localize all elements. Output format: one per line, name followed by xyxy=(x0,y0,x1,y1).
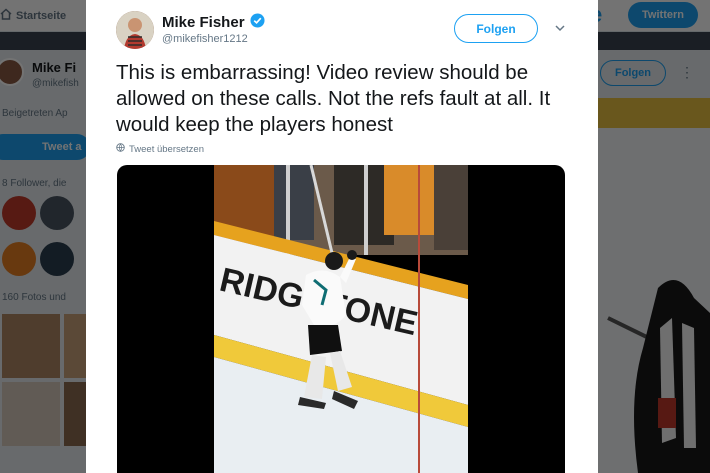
background-media xyxy=(598,98,710,473)
home-label: Startseite xyxy=(16,9,67,22)
profile-avatar[interactable] xyxy=(0,58,24,86)
translate-tweet-link[interactable]: Tweet übersetzen xyxy=(116,143,204,155)
author-avatar[interactable] xyxy=(116,11,154,49)
joined-date: Beigetreten Ap xyxy=(2,108,68,119)
home-link[interactable]: Startseite xyxy=(0,8,66,23)
follower-avatar[interactable] xyxy=(2,242,36,276)
tweet-to-button[interactable]: Tweet a xyxy=(0,134,90,160)
profile-name[interactable]: Mike Fi xyxy=(32,60,76,75)
tweet-text: This is embarrassing! Video review shoul… xyxy=(116,61,551,136)
tweet-video[interactable]: RIDGSTONE xyxy=(117,165,565,473)
photo-thumbnail[interactable] xyxy=(2,382,60,446)
followers-you-know[interactable]: 8 Follower, die xyxy=(2,178,66,189)
follower-avatar[interactable] xyxy=(40,242,74,276)
photo-thumbnail[interactable] xyxy=(2,314,60,378)
follower-avatar[interactable] xyxy=(2,196,36,230)
author-name-text: Mike Fisher xyxy=(162,14,245,31)
author-name[interactable]: Mike Fisher xyxy=(162,13,265,32)
verified-badge-icon xyxy=(250,13,265,32)
globe-icon xyxy=(116,143,125,155)
tweet-modal: Mike Fisher @mikefisher1212 Folgen This … xyxy=(86,0,598,473)
video-frame: RIDGSTONE xyxy=(214,165,468,473)
home-icon xyxy=(0,8,12,23)
author-handle[interactable]: @mikefisher1212 xyxy=(162,33,248,45)
profile-handle[interactable]: @mikefish xyxy=(32,78,79,89)
more-icon[interactable]: ⋮ xyxy=(680,64,694,81)
profile-follow-button[interactable]: Folgen xyxy=(600,60,666,86)
photos-videos-link[interactable]: 160 Fotos und xyxy=(2,292,66,303)
follower-avatar[interactable] xyxy=(40,196,74,230)
profile-header-actions: Folgen ⋮ xyxy=(598,50,710,473)
follow-button[interactable]: Folgen xyxy=(454,14,538,43)
translate-label: Tweet übersetzen xyxy=(129,143,204,155)
profile-sidebar: Mike Fi @mikefish Beigetreten Ap Tweet a… xyxy=(0,50,122,473)
tweet-button[interactable]: Twittern xyxy=(628,2,698,28)
